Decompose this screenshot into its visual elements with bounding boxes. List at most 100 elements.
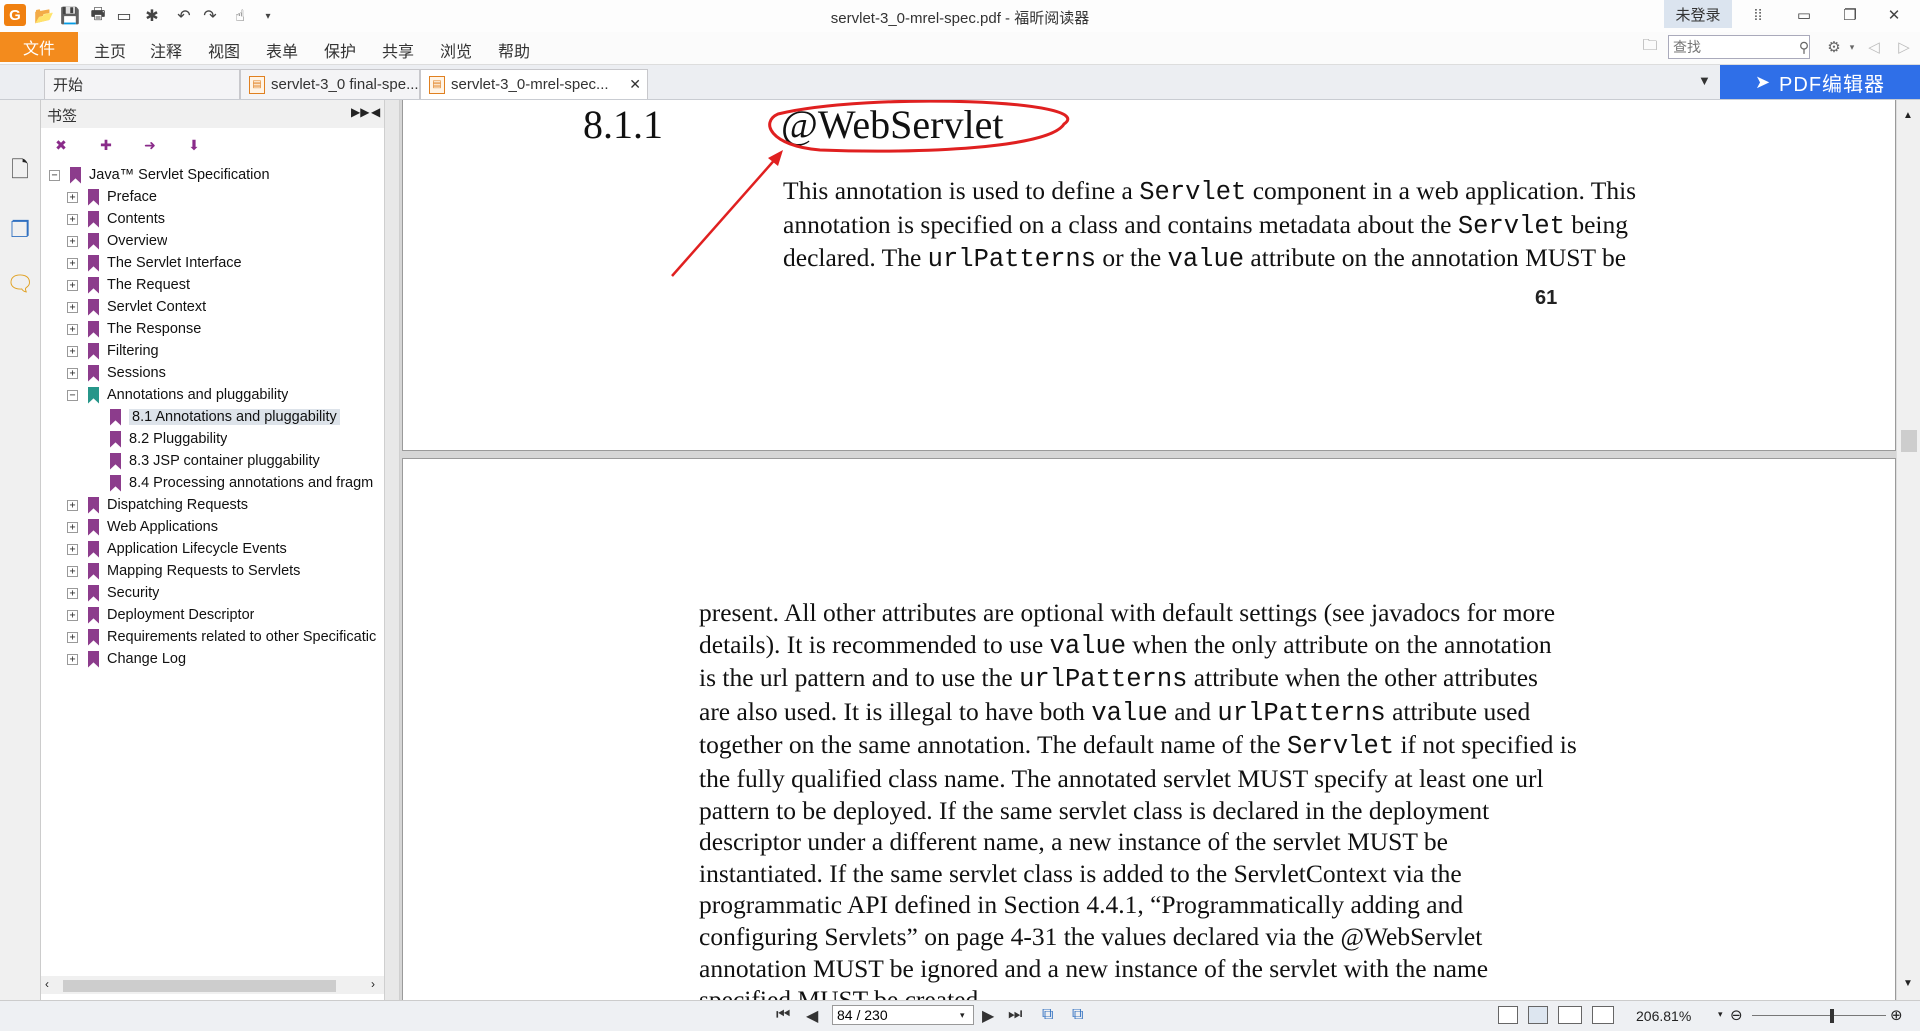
menu-protect[interactable]: 保护 <box>324 38 356 62</box>
collapse-icon[interactable]: − <box>49 169 60 181</box>
panel-splitter[interactable] <box>384 100 400 1000</box>
add-bookmark-icon[interactable]: ✚ <box>95 134 117 156</box>
file-menu[interactable]: 文件 <box>0 32 78 62</box>
bookmark-scroll-thumb[interactable] <box>63 980 336 992</box>
bookmark-item[interactable]: 8.3 JSP container pluggability <box>89 450 320 472</box>
bookmark-item[interactable]: + The Servlet Interface <box>67 252 242 274</box>
next-page-icon[interactable]: ▶ <box>982 1006 994 1026</box>
collapse-panel-icon[interactable]: ◀ <box>371 105 380 119</box>
close-tab-icon[interactable]: ✕ <box>629 76 641 93</box>
login-button[interactable]: 未登录 <box>1664 0 1732 28</box>
tab-servlet-mrel-spec[interactable]: ▤ servlet-3_0-mrel-spec... ✕ <box>420 69 648 99</box>
scroll-down-icon[interactable]: ▼ <box>1903 978 1913 989</box>
redo-icon[interactable]: ↷ <box>200 6 220 26</box>
menu-browse[interactable]: 浏览 <box>440 38 472 62</box>
tab-list-dropdown-icon[interactable]: ▼ <box>1698 73 1711 88</box>
tab-servlet-final-spec[interactable]: ▤ servlet-3_0 final-spe... <box>240 69 420 99</box>
bookmark-item[interactable]: + Web Applications <box>67 516 218 538</box>
page-number-input[interactable] <box>832 1005 974 1025</box>
expand-icon[interactable]: + <box>67 191 78 203</box>
bookmark-item[interactable]: 8.4 Processing annotations and fragm <box>89 472 373 494</box>
expand-icon[interactable]: + <box>67 609 78 621</box>
hand-tool-icon[interactable]: ☝ <box>230 6 250 26</box>
expand-icon[interactable]: + <box>67 367 78 379</box>
back-arrow-icon[interactable]: ◁ <box>1864 37 1884 57</box>
move-bookmark-icon[interactable]: ➜ <box>139 134 161 156</box>
expand-icon[interactable]: + <box>67 653 78 665</box>
bookmark-item[interactable]: 8.2 Pluggability <box>89 428 227 450</box>
expand-panel-icon[interactable]: ▶▶ <box>351 105 369 119</box>
scroll-up-icon[interactable]: ▲ <box>1903 110 1913 121</box>
zoom-slider-track[interactable] <box>1752 1015 1886 1016</box>
expand-icon[interactable]: + <box>67 565 78 577</box>
expand-icon[interactable]: + <box>67 235 78 247</box>
bookmark-item[interactable]: − Annotations and pluggability <box>67 384 288 406</box>
previous-view-icon[interactable]: ⧉ <box>1042 1006 1053 1024</box>
zoom-in-icon[interactable]: ⊕ <box>1890 1006 1903 1024</box>
first-page-icon[interactable]: ⏮ <box>776 1006 790 1024</box>
bookmark-item[interactable]: + The Response <box>67 318 201 340</box>
tab-start[interactable]: 开始 <box>44 69 240 99</box>
expand-icon[interactable]: + <box>67 257 78 269</box>
bookmark-item[interactable]: + Filtering <box>67 340 159 362</box>
layout-grid-icon[interactable]: ⁞⁞ <box>1736 2 1780 28</box>
expand-icon[interactable]: + <box>67 345 78 357</box>
bookmark-item[interactable]: − Java™ Servlet Specification <box>49 164 270 186</box>
expand-icon[interactable]: + <box>67 279 78 291</box>
zoom-out-icon[interactable]: ⊖ <box>1730 1006 1743 1024</box>
settings-dropdown-icon[interactable]: ▾ <box>1842 37 1862 57</box>
next-view-icon[interactable]: ⧉ <box>1072 1006 1083 1024</box>
comments-panel-icon[interactable]: 🗨 <box>6 270 34 298</box>
restore-button[interactable]: ❐ <box>1828 2 1872 28</box>
bookmark-item[interactable]: + Dispatching Requests <box>67 494 248 516</box>
customize-toolbar-icon[interactable]: ▾ <box>258 6 278 26</box>
forward-arrow-icon[interactable]: ▷ <box>1894 37 1914 57</box>
bookmark-item[interactable]: + Change Log <box>67 648 186 670</box>
bookmark-item[interactable]: + Contents <box>67 208 165 230</box>
last-page-icon[interactable]: ⏭ <box>1008 1006 1022 1024</box>
expand-icon[interactable]: + <box>67 521 78 533</box>
document-view[interactable]: 8.1.1 @WebServlet This annotation is use… <box>400 100 1896 1000</box>
bookmark-horizontal-scrollbar[interactable]: ‹ › <box>41 976 384 994</box>
search-input[interactable] <box>1668 35 1810 59</box>
expand-icon[interactable]: + <box>67 323 78 335</box>
find-folder-icon[interactable]: 🗀 <box>1640 37 1660 57</box>
open-file-icon[interactable]: 📂 <box>34 6 54 26</box>
continuous-view-icon[interactable] <box>1528 1006 1548 1024</box>
expand-bookmark-icon[interactable]: ⬇ <box>183 134 205 156</box>
settings-gear-icon[interactable]: ⚙ <box>1824 37 1844 57</box>
pdf-editor-button[interactable]: ➤ PDF编辑器 <box>1720 65 1920 99</box>
collapse-icon[interactable]: − <box>67 389 78 401</box>
undo-icon[interactable]: ↶ <box>174 6 194 26</box>
menu-home[interactable]: 主页 <box>94 38 126 62</box>
save-icon[interactable]: 💾 <box>60 6 80 26</box>
bookmark-item[interactable]: + Overview <box>67 230 167 252</box>
print-icon[interactable]: 🖶 <box>88 6 108 26</box>
expand-icon[interactable]: + <box>67 543 78 555</box>
foxit-app-icon[interactable]: G <box>4 4 26 26</box>
screen-icon[interactable]: ▭ <box>114 6 134 26</box>
new-document-icon[interactable]: ✱ <box>142 6 162 26</box>
menu-comment[interactable]: 注释 <box>150 38 182 62</box>
bookmark-item[interactable]: 8.1 Annotations and pluggability <box>89 406 340 428</box>
bookmark-item[interactable]: + Deployment Descriptor <box>67 604 254 626</box>
bookmark-item[interactable]: + Application Lifecycle Events <box>67 538 287 560</box>
single-page-view-icon[interactable] <box>1498 1006 1518 1024</box>
facing-view-icon[interactable] <box>1558 1006 1582 1024</box>
scroll-left-icon[interactable]: ‹ <box>45 977 49 991</box>
expand-icon[interactable]: + <box>67 301 78 313</box>
expand-icon[interactable]: + <box>67 499 78 511</box>
expand-icon[interactable]: + <box>67 587 78 599</box>
bookmark-item[interactable]: + The Request <box>67 274 190 296</box>
menu-form[interactable]: 表单 <box>266 38 298 62</box>
pages-panel-icon[interactable]: 🗋 <box>6 157 34 186</box>
bookmark-item[interactable]: + Requirements related to other Specifica… <box>67 626 376 648</box>
document-scroll-thumb[interactable] <box>1901 430 1917 452</box>
bookmark-item[interactable]: + Security <box>67 582 159 604</box>
expand-icon[interactable]: + <box>67 213 78 225</box>
page-dropdown-icon[interactable]: ▾ <box>960 1010 965 1021</box>
delete-bookmark-icon[interactable]: ✖ <box>50 134 72 156</box>
bookmark-item[interactable]: + Mapping Requests to Servlets <box>67 560 300 582</box>
previous-page-icon[interactable]: ◀ <box>806 1006 818 1026</box>
close-window-button[interactable]: ✕ <box>1872 2 1916 28</box>
